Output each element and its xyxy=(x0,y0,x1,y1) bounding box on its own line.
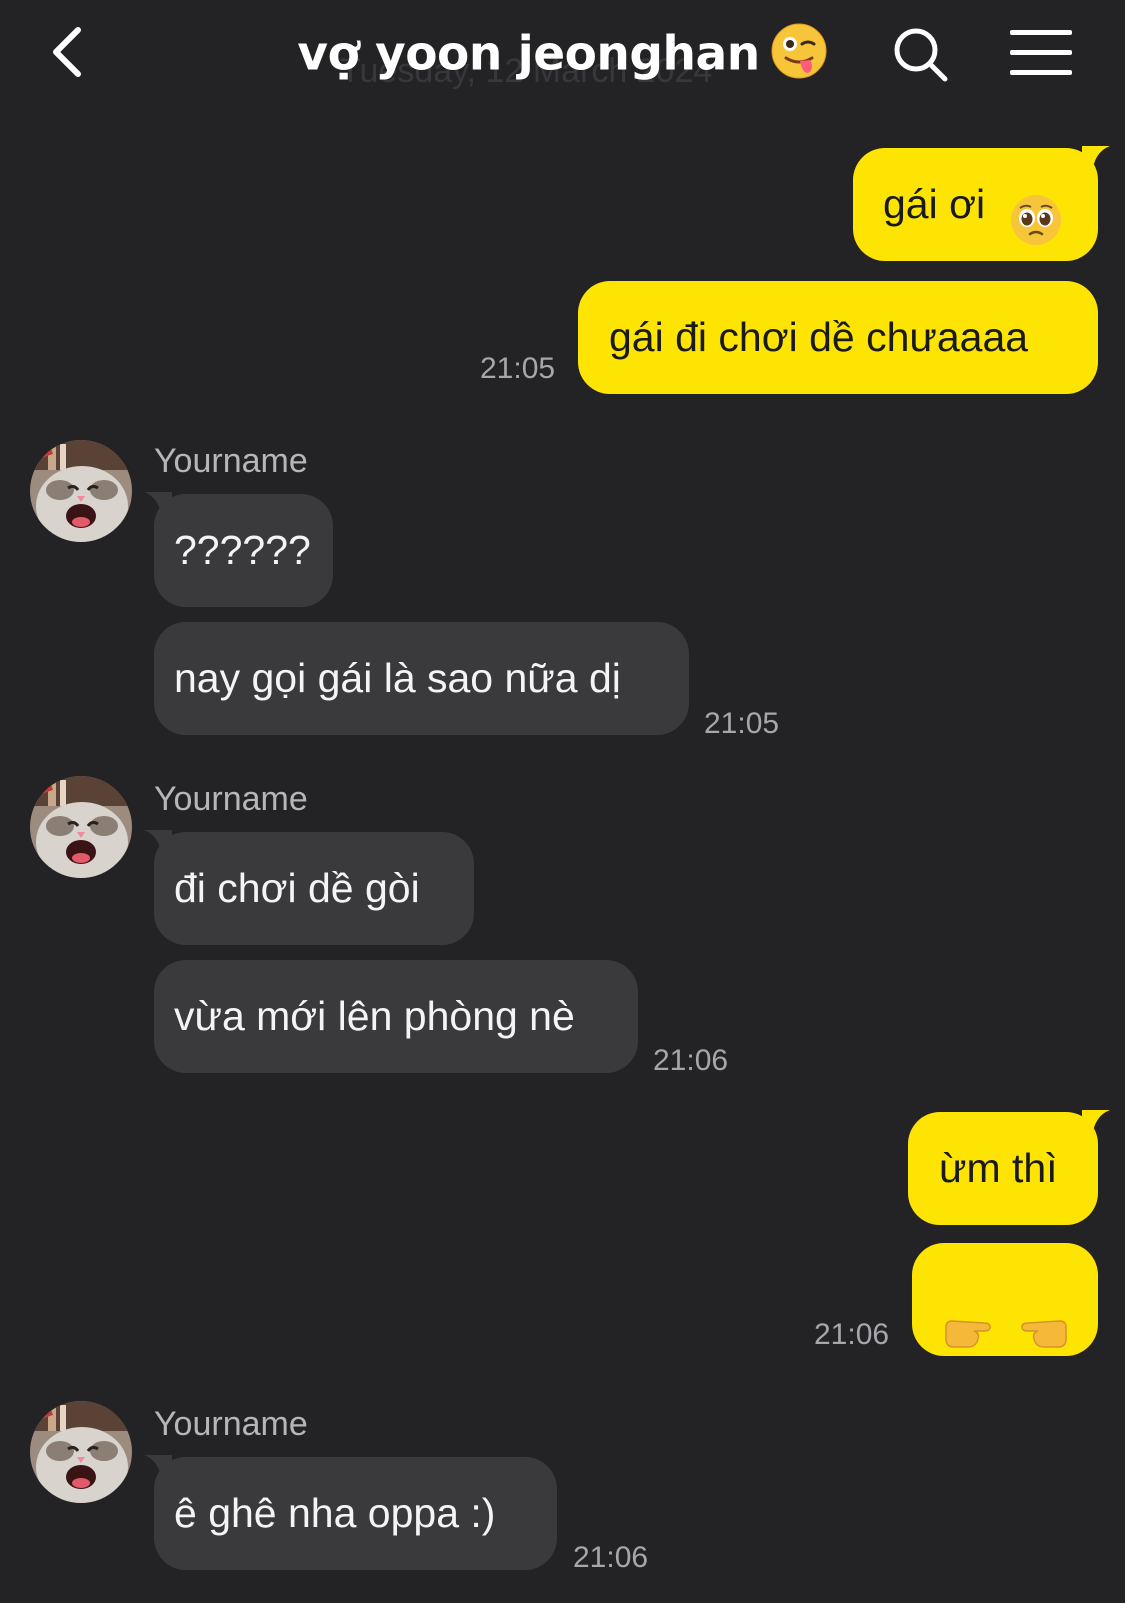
avatar[interactable] xyxy=(30,1401,132,1503)
sender-name: Yourname xyxy=(154,780,308,818)
sender-name: Yourname xyxy=(154,1405,308,1443)
their-message-bubble[interactable]: ê ghê nha oppa :) xyxy=(154,1457,557,1570)
message-text: ?????? xyxy=(174,527,311,573)
search-icon xyxy=(894,28,948,82)
winking-tongue-emoji-icon xyxy=(770,22,828,92)
my-message-bubble[interactable]: gái ơi xyxy=(853,148,1098,261)
avatar[interactable] xyxy=(30,776,132,878)
message-time: 21:05 xyxy=(480,352,556,385)
their-message-bubble[interactable]: ?????? xyxy=(154,494,333,607)
message-text: vừa mới lên phòng nè xyxy=(174,993,575,1039)
menu-button[interactable] xyxy=(1010,28,1072,83)
message-time: 21:05 xyxy=(704,707,780,740)
chat-title[interactable]: vợ yoon jeonghan xyxy=(297,22,827,92)
sender-name: Yourname xyxy=(154,442,308,480)
hamburger-menu-icon xyxy=(1010,30,1072,75)
message-time: 21:06 xyxy=(814,1318,890,1351)
cat-avatar-icon xyxy=(30,1401,132,1503)
message-text: ừm thì xyxy=(939,1145,1058,1191)
message-text: đi chơi dề gòi xyxy=(174,865,420,911)
my-message-bubble[interactable]: gái đi chơi dề chưaaaa xyxy=(578,281,1098,394)
message-text: gái đi chơi dề chưaaaa xyxy=(609,314,1029,360)
their-message-bubble[interactable]: nay gọi gái là sao nữa dị xyxy=(154,622,689,735)
avatar[interactable] xyxy=(30,440,132,542)
cat-avatar-icon xyxy=(30,440,132,542)
cat-avatar-icon xyxy=(30,776,132,878)
chat-header: Tuesday, 12 March 2024 vợ yoon jeonghan xyxy=(0,0,1125,115)
pleading-face-icon xyxy=(1009,177,1063,289)
message-text: ê ghê nha oppa :) xyxy=(174,1490,496,1536)
pointing-fingers-icon xyxy=(944,1281,1068,1393)
my-message-bubble[interactable]: ừm thì xyxy=(908,1112,1098,1225)
message-text: nay gọi gái là sao nữa dị xyxy=(174,655,621,701)
message-time: 21:06 xyxy=(573,1541,649,1574)
chat-title-text: vợ yoon jeonghan xyxy=(297,26,760,82)
their-message-bubble[interactable]: vừa mới lên phòng nè xyxy=(154,960,638,1073)
my-message-bubble[interactable] xyxy=(912,1243,1098,1356)
search-button[interactable] xyxy=(892,26,950,89)
message-time: 21:06 xyxy=(653,1044,729,1077)
their-message-bubble[interactable]: đi chơi dề gòi xyxy=(154,832,474,945)
message-text: gái ơi xyxy=(883,181,986,227)
